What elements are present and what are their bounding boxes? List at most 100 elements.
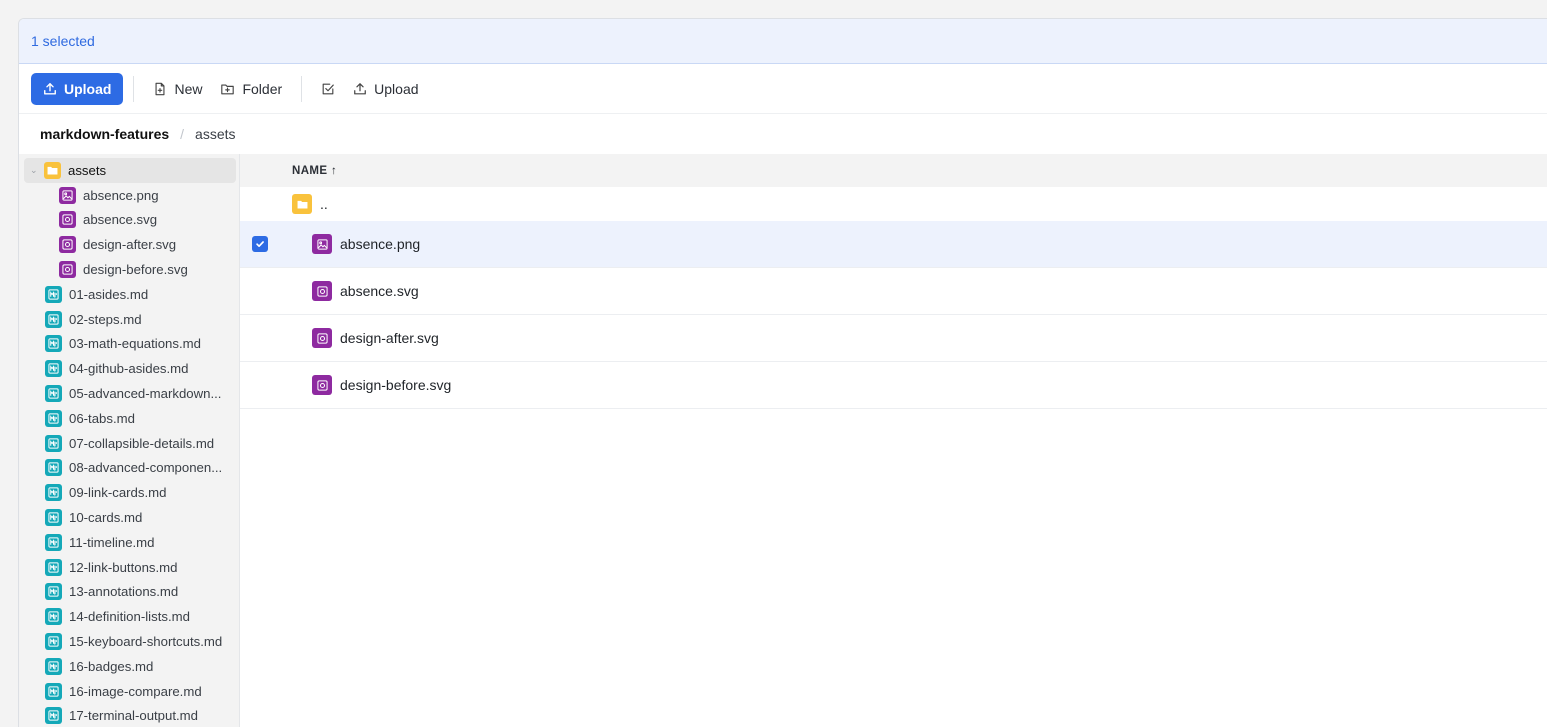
tree-file-label: 07-collapsible-details.md: [69, 435, 215, 451]
tree-file-label: 11-timeline.md: [69, 534, 155, 550]
select-toggle-button[interactable]: [312, 73, 344, 105]
tree-file-item[interactable]: 10-cards.md: [19, 505, 239, 530]
upload-icon: [44, 82, 56, 95]
image-file-icon: [59, 186, 76, 204]
new-folder-button[interactable]: Folder: [211, 73, 291, 105]
tree-file-label: 06-tabs.md: [69, 410, 135, 426]
markdown-file-icon: [45, 285, 62, 303]
markdown-file-icon: [45, 385, 62, 403]
tree-file-label: 10-cards.md: [69, 510, 143, 526]
table-row[interactable]: absence.svg: [240, 268, 1547, 315]
new-file-button[interactable]: New: [144, 73, 211, 105]
breadcrumb-current[interactable]: assets: [195, 126, 235, 142]
tree-file-item[interactable]: 05-advanced-markdown...: [19, 381, 239, 406]
tree-file-item[interactable]: 12-link-buttons.md: [19, 555, 239, 580]
upload-secondary-button[interactable]: Upload: [344, 73, 427, 105]
tree-file-item[interactable]: 09-link-cards.md: [19, 480, 239, 505]
parent-directory-label: ..: [320, 196, 328, 212]
checkbox-check-icon: [322, 83, 334, 94]
toolbar-divider: [301, 75, 303, 102]
markdown-file-icon: [45, 608, 62, 626]
file-name: design-before.svg: [340, 377, 452, 393]
tree-file-item[interactable]: 17-terminal-output.md: [19, 704, 239, 727]
sort-by-name-header[interactable]: NAME ↑: [292, 165, 337, 177]
tree-file-item[interactable]: 04-github-asides.md: [19, 356, 239, 381]
tree-file-item[interactable]: 13-annotations.md: [19, 580, 239, 605]
table-row[interactable]: design-after.svg: [240, 315, 1547, 362]
folder-icon: [44, 161, 61, 179]
tree-file-item[interactable]: 06-tabs.md: [19, 406, 239, 431]
tree-file-item[interactable]: 01-asides.md: [19, 282, 239, 307]
svg-file-icon: [312, 328, 332, 348]
tree-file-label: 14-definition-lists.md: [69, 609, 190, 625]
upload-secondary-label: Upload: [374, 80, 419, 97]
checkbox-cell: [240, 283, 312, 299]
tree-file-label: 12-link-buttons.md: [69, 559, 178, 575]
tree-file-label: 03-math-equations.md: [69, 336, 201, 352]
tree-file-label: 05-advanced-markdown...: [69, 386, 222, 402]
tree-file-item[interactable]: 08-advanced-componen...: [19, 456, 239, 481]
markdown-file-icon: [45, 509, 62, 527]
row-checkbox-empty[interactable]: [252, 330, 268, 346]
markdown-file-icon: [45, 484, 62, 502]
upload-button-label: Upload: [64, 80, 112, 97]
tree-file-item[interactable]: 11-timeline.md: [19, 530, 239, 555]
tree-file-item[interactable]: 14-definition-lists.md: [19, 604, 239, 629]
tree-file-label: absence.svg: [83, 212, 158, 228]
row-checkbox-empty[interactable]: [252, 377, 268, 393]
svg-file-icon: [59, 236, 76, 254]
breadcrumb-separator: /: [180, 126, 185, 142]
tree-file-item[interactable]: absence.png: [19, 183, 239, 208]
row-checkbox-empty[interactable]: [252, 283, 268, 299]
markdown-file-icon: [45, 682, 62, 700]
table-row[interactable]: absence.png: [240, 221, 1547, 268]
tree-file-item[interactable]: 03-math-equations.md: [19, 332, 239, 357]
new-file-icon: [155, 82, 165, 95]
image-file-icon: [312, 234, 332, 254]
new-file-label: New: [174, 80, 203, 97]
tree-file-label: 01-asides.md: [69, 286, 149, 302]
tree-folder-assets[interactable]: ⌄ assets: [24, 158, 236, 183]
file-manager: 1 selected Upload New Folder Upload mark…: [18, 18, 1547, 727]
file-tree: ⌄ assets absence.png absence.svg design-af…: [19, 154, 240, 727]
breadcrumb-root[interactable]: markdown-features: [40, 126, 169, 142]
upload-icon: [354, 82, 367, 94]
tree-file-item[interactable]: design-after.svg: [19, 232, 239, 257]
markdown-file-icon: [45, 558, 62, 576]
new-folder-label: Folder: [242, 80, 283, 97]
tree-file-item[interactable]: 16-badges.md: [19, 654, 239, 679]
markdown-file-icon: [45, 409, 62, 427]
tree-file-item[interactable]: absence.svg: [19, 208, 239, 233]
parent-directory-row[interactable]: ..: [240, 187, 1547, 221]
tree-file-label: 13-annotations.md: [69, 584, 179, 600]
tree-file-label: design-after.svg: [83, 237, 177, 253]
tree-file-label: 09-link-cards.md: [69, 485, 167, 501]
markdown-file-icon: [45, 360, 62, 378]
toolbar: Upload New Folder Upload: [19, 64, 1547, 114]
checkbox-cell: [240, 377, 312, 393]
toolbar-divider: [133, 75, 135, 102]
markdown-file-icon: [45, 707, 62, 725]
checkbox-cell: [240, 330, 312, 346]
tree-file-label: 02-steps.md: [69, 311, 142, 327]
table-row[interactable]: design-before.svg: [240, 362, 1547, 409]
markdown-file-icon: [45, 533, 62, 551]
svg-file-icon: [59, 261, 76, 279]
svg-file-icon: [59, 211, 76, 229]
upload-button[interactable]: Upload: [31, 72, 124, 105]
folder-icon: [292, 194, 312, 214]
markdown-file-icon: [45, 434, 62, 452]
row-checkbox[interactable]: [252, 236, 268, 252]
tree-file-label: absence.png: [83, 187, 159, 203]
markdown-file-icon: [45, 633, 62, 651]
tree-file-item[interactable]: 02-steps.md: [19, 307, 239, 332]
tree-file-item[interactable]: 16-image-compare.md: [19, 679, 239, 704]
tree-file-item[interactable]: design-before.svg: [19, 257, 239, 282]
breadcrumb: markdown-features / assets: [19, 114, 1547, 154]
chevron-down-icon[interactable]: ⌄: [30, 165, 40, 176]
tree-file-label: design-before.svg: [83, 262, 188, 278]
tree-file-item[interactable]: 07-collapsible-details.md: [19, 431, 239, 456]
file-name: absence.svg: [340, 283, 419, 299]
tree-file-label: 16-badges.md: [69, 658, 154, 674]
tree-file-item[interactable]: 15-keyboard-shortcuts.md: [19, 629, 239, 654]
